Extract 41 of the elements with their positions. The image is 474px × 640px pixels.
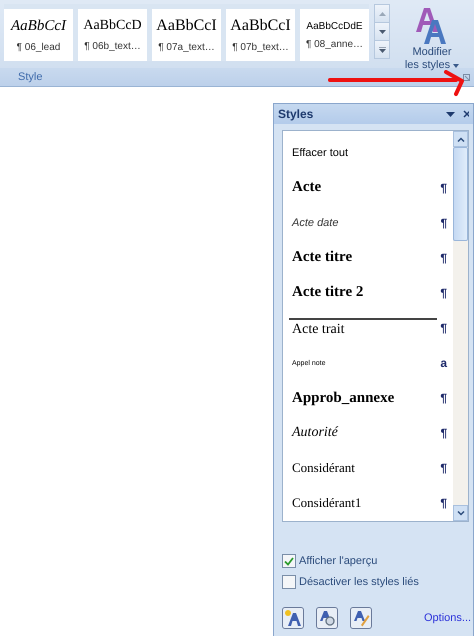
- checkbox-label: Désactiver les styles liés: [299, 576, 419, 588]
- style-name: ¶ 06_lead: [16, 42, 60, 52]
- style-list-item[interactable]: Autorité ¶: [283, 416, 453, 451]
- style-list-item[interactable]: Effacer tout: [283, 135, 453, 170]
- style-gallery-item[interactable]: AaBbCcDdE ¶ 08_anne…: [300, 9, 369, 61]
- group-label: Style: [18, 71, 42, 83]
- style-type-mark: ¶: [440, 391, 447, 406]
- style-gallery-item[interactable]: AaBbCcI ¶ 06_lead: [4, 9, 73, 61]
- style-name: ¶ 07a_text…: [158, 42, 215, 53]
- style-list-item[interactable]: Approb_annexe ¶: [283, 380, 453, 416]
- style-type-mark: ¶: [440, 250, 447, 265]
- style-list-item[interactable]: Considérant1 ¶: [283, 486, 453, 522]
- style-gallery-item[interactable]: AaBbCcI ¶ 07a_text…: [152, 9, 221, 61]
- style-list-item[interactable]: Acte titre 2 ¶: [283, 275, 453, 310]
- checkbox-label: Afficher l'aperçu: [299, 555, 378, 567]
- style-preview: AaBbCcDdE: [306, 20, 363, 32]
- style-type-mark: ¶: [440, 461, 447, 476]
- style-type-mark: ¶: [440, 426, 447, 440]
- style-preview: AaBbCcD: [83, 18, 142, 34]
- style-gallery-item[interactable]: AaBbCcI ¶ 07b_text…: [226, 9, 295, 61]
- style-list-item[interactable]: Considérant ¶: [283, 450, 453, 486]
- style-type-mark: ¶: [440, 321, 447, 336]
- style-name: ¶ 06b_text…: [84, 41, 141, 52]
- style-type-mark: a: [440, 356, 447, 370]
- style-type-mark: ¶: [440, 180, 447, 195]
- style-type-mark: ¶: [440, 496, 447, 510]
- change-styles-button[interactable]: Modifier les styles: [390, 4, 474, 72]
- style-list-item[interactable]: Acte titre ¶: [283, 240, 453, 276]
- style-gallery-item[interactable]: AaBbCcD ¶ 06b_text…: [78, 9, 147, 61]
- style-list-item[interactable]: Acte ¶: [283, 170, 453, 206]
- style-name: ¶ 07b_text…: [232, 42, 289, 53]
- style-type-mark: ¶: [440, 216, 447, 230]
- pane-title: Styles: [278, 107, 314, 121]
- options-link[interactable]: Options...: [424, 612, 472, 624]
- style-type-mark: ¶: [440, 286, 447, 300]
- style-name: ¶ 08_anne…: [306, 38, 364, 50]
- style-preview: AaBbCcI: [230, 17, 291, 35]
- style-list-item[interactable]: Acte date ¶: [283, 205, 453, 240]
- style-list-item[interactable]: Acte trait ¶: [283, 310, 453, 346]
- style-preview: AaBbCcI: [11, 18, 66, 34]
- style-preview: AaBbCcI: [156, 17, 217, 35]
